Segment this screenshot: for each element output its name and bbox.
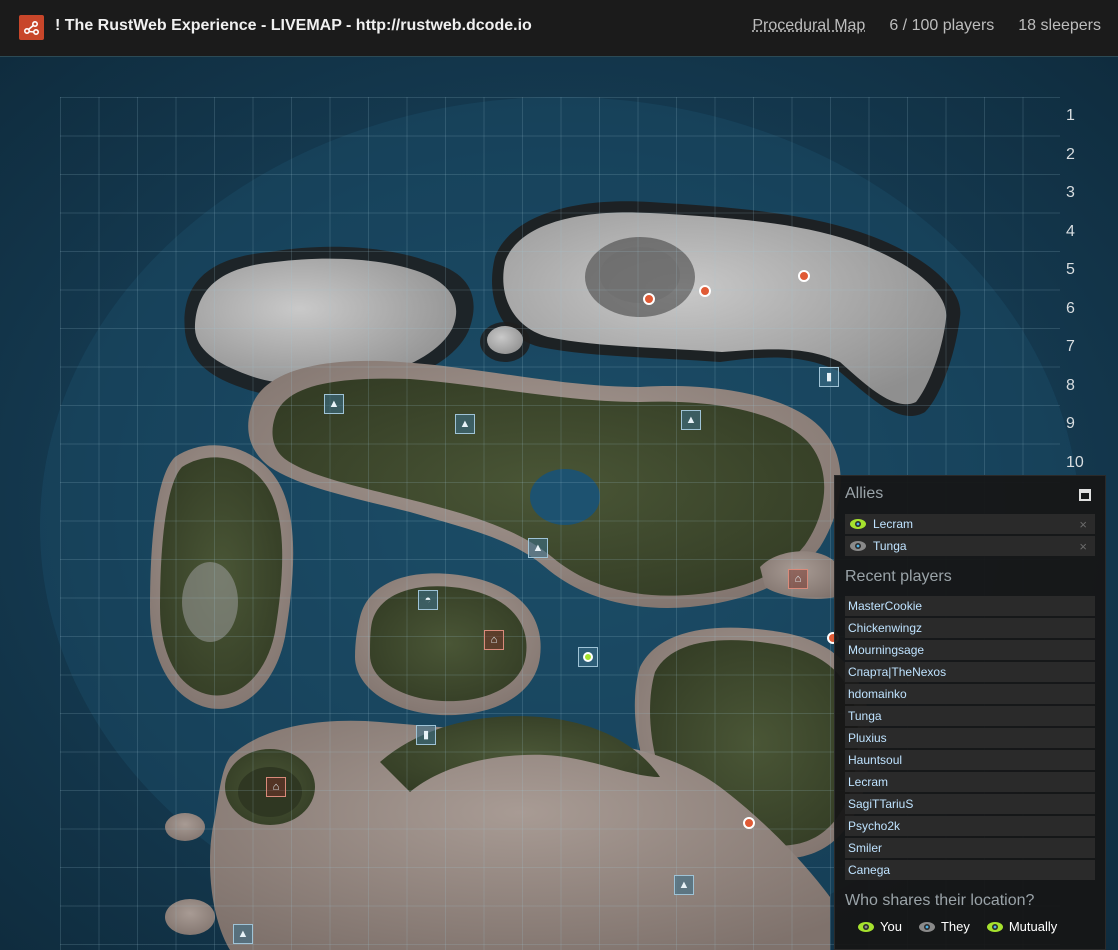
- player-count: 6 / 100 players: [889, 17, 995, 34]
- ally-item[interactable]: Lecram ×: [845, 514, 1095, 534]
- row-label: 4: [1066, 222, 1075, 240]
- ally-name: Lecram: [873, 517, 914, 531]
- share-heading: Who shares their location?: [845, 892, 1035, 909]
- ally-name: Tunga: [873, 539, 907, 553]
- legend-mutually: Mutually: [986, 919, 1057, 934]
- recent-player-item[interactable]: Psycho2k: [845, 816, 1095, 836]
- remove-ally-icon[interactable]: ×: [1079, 517, 1087, 532]
- house-icon[interactable]: ⌂: [484, 630, 504, 650]
- row-label: 7: [1066, 338, 1075, 355]
- self-location-icon[interactable]: [578, 647, 598, 667]
- recent-player-item[interactable]: Tunga: [845, 706, 1095, 726]
- allies-list: Lecram × Tunga ×: [845, 514, 1095, 558]
- satellite-dish-icon[interactable]: ◓: [418, 590, 438, 610]
- legend-label: Mutually: [1008, 919, 1058, 934]
- lighthouse-icon[interactable]: ▮: [416, 725, 436, 745]
- ally-item[interactable]: Tunga ×: [845, 536, 1095, 556]
- legend-label: They: [940, 919, 970, 934]
- eye-you-icon: [858, 921, 874, 932]
- eye-mutual-icon: [986, 921, 1003, 932]
- eye-they-icon: [850, 541, 866, 551]
- row-label: 2: [1066, 145, 1075, 163]
- players-panel: Allies Lecram × Tunga × Recent players M…: [834, 475, 1106, 950]
- mountain-icon[interactable]: ▲: [674, 875, 694, 895]
- mountain-icon[interactable]: ▲: [528, 538, 548, 558]
- share-nodes-icon[interactable]: [19, 15, 44, 40]
- recent-player-item[interactable]: Lecram: [845, 772, 1095, 792]
- minimize-icon[interactable]: [1079, 489, 1091, 501]
- recent-player-item[interactable]: SagiTTariuS: [845, 794, 1095, 814]
- grid-row-labels: 1 2 3 4 5 6 7 8 9 10: [1066, 97, 1106, 482]
- recent-player-item[interactable]: Hauntsoul: [845, 750, 1095, 770]
- row-label: 6: [1066, 299, 1075, 317]
- house-icon[interactable]: ⌂: [266, 777, 286, 797]
- mountain-icon[interactable]: ▲: [233, 924, 253, 944]
- player-dot-icon[interactable]: [699, 285, 711, 297]
- server-stats: Procedural Map 6 / 100 players 18 sleepe…: [752, 17, 1101, 35]
- eye-mutual-icon: [850, 519, 866, 529]
- recent-player-item[interactable]: Chickenwingz: [845, 618, 1095, 638]
- row-label: 9: [1066, 415, 1075, 432]
- mountain-icon[interactable]: ▲: [455, 414, 475, 434]
- player-dot-icon[interactable]: [743, 817, 755, 829]
- recent-player-item[interactable]: Smiler: [845, 838, 1095, 858]
- row-label: 5: [1066, 261, 1075, 278]
- share-legend: You They Mutually: [857, 919, 1057, 934]
- map-type-link[interactable]: Procedural Map: [752, 17, 865, 35]
- recent-players-list: MasterCookie Chickenwingz Mourningsage С…: [845, 596, 1095, 882]
- recent-player-item[interactable]: Спарта|TheNexos: [845, 662, 1095, 682]
- row-label: 8: [1066, 376, 1075, 394]
- allies-heading: Allies: [845, 485, 884, 502]
- recent-player-item[interactable]: MasterCookie: [845, 596, 1095, 616]
- recent-player-item[interactable]: hdomainko: [845, 684, 1095, 704]
- top-bar: ! The RustWeb Experience - LIVEMAP - htt…: [0, 0, 1118, 57]
- player-dot-icon[interactable]: [643, 293, 655, 305]
- mountain-icon[interactable]: ▲: [324, 394, 344, 414]
- eye-they-icon: [918, 921, 935, 932]
- row-label: 3: [1066, 184, 1075, 201]
- sleeper-count: 18 sleepers: [1018, 17, 1101, 34]
- recent-player-item[interactable]: Mourningsage: [845, 640, 1095, 660]
- legend-you: You: [857, 919, 902, 934]
- recent-player-item[interactable]: Canega: [845, 860, 1095, 880]
- mountain-icon[interactable]: ▲: [681, 410, 701, 430]
- legend-they: They: [918, 919, 970, 934]
- remove-ally-icon[interactable]: ×: [1079, 539, 1087, 554]
- legend-label: You: [880, 919, 902, 934]
- server-title: ! The RustWeb Experience - LIVEMAP - htt…: [55, 17, 532, 34]
- row-label: 1: [1066, 107, 1075, 124]
- recent-players-heading: Recent players: [845, 568, 952, 585]
- house-icon[interactable]: ⌂: [788, 569, 808, 589]
- lighthouse-icon[interactable]: ▮: [819, 367, 839, 387]
- player-dot-icon[interactable]: [798, 270, 810, 282]
- recent-player-item[interactable]: Pluxius: [845, 728, 1095, 748]
